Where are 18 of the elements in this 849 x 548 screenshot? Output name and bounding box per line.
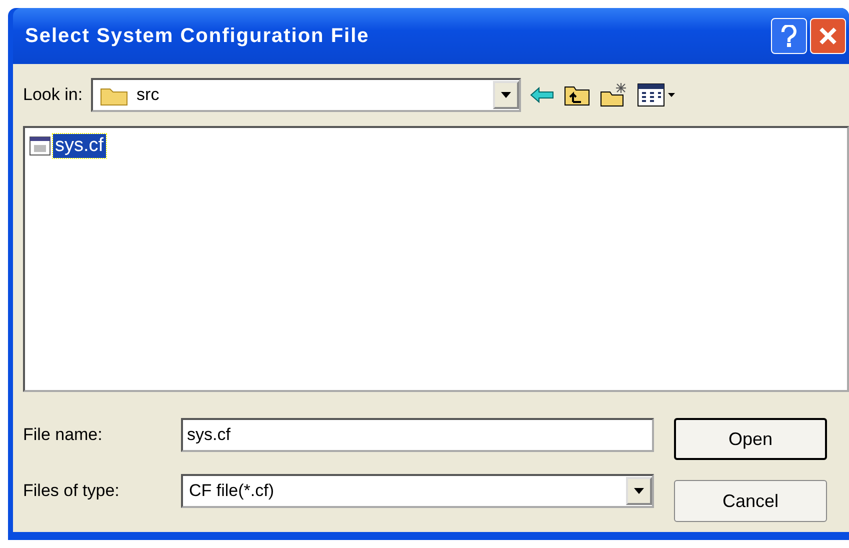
close-icon [818, 26, 838, 46]
new-folder-icon[interactable] [598, 82, 629, 108]
file-type-label: Files of type: [23, 481, 120, 501]
file-type-dropdown[interactable]: CF file(*.cf) [181, 474, 654, 508]
open-button[interactable]: Open [674, 418, 827, 460]
help-button[interactable] [771, 18, 807, 54]
back-arrow-icon[interactable] [528, 85, 555, 105]
cancel-button[interactable]: Cancel [674, 480, 827, 522]
file-icon [29, 135, 51, 157]
look-in-label: Look in: [23, 85, 83, 105]
close-button[interactable] [810, 18, 846, 54]
file-name-label: File name: [23, 425, 104, 445]
window-title: Select System Configuration File [25, 24, 370, 48]
look-in-dropdown[interactable]: src [90, 78, 521, 112]
file-name-field[interactable]: sys.cf [181, 418, 654, 452]
view-menu-icon[interactable] [636, 82, 677, 108]
help-icon [780, 25, 798, 47]
file-item[interactable]: sys.cf [53, 134, 106, 158]
